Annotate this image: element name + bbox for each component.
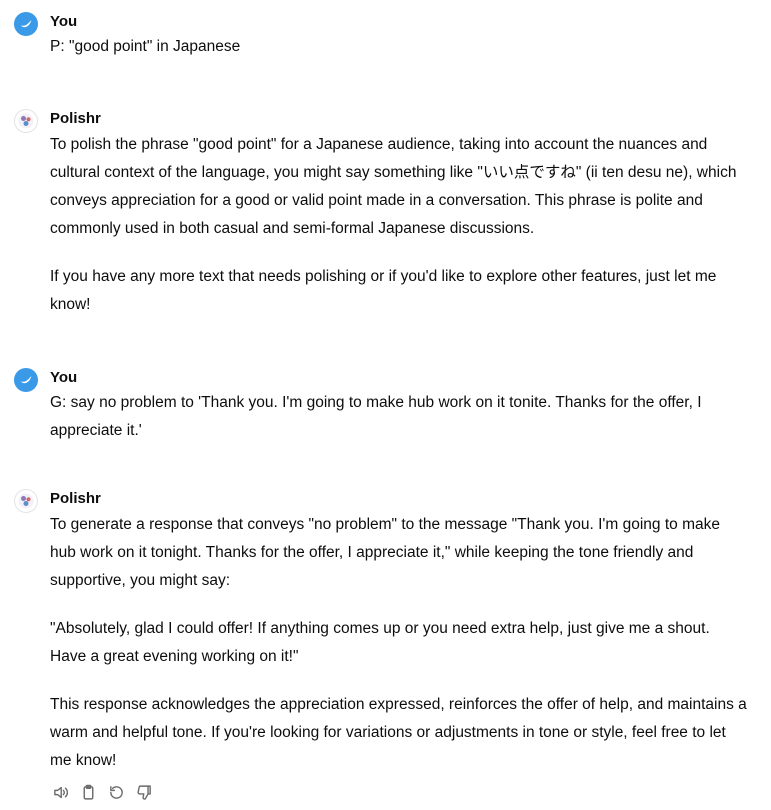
polishr-logo-icon [18,113,34,129]
thumbs-down-icon [136,784,151,800]
message-author: You [50,369,78,386]
copy-button[interactable] [78,782,98,802]
assistant-avatar [14,489,38,513]
bad-response-button[interactable] [134,782,154,802]
message-paragraph: If you have any more text that needs pol… [50,268,717,313]
message-author: Polishr [50,490,101,507]
assistant-avatar [14,109,38,133]
message-paragraph: This response acknowledges the appreciat… [50,696,747,769]
regenerate-button[interactable] [106,782,126,802]
message-text: G: say no problem to 'Thank you. I'm goi… [50,394,702,439]
message-paragraph: "Absolutely, glad I could offer! If anyt… [50,620,710,665]
read-aloud-button[interactable] [50,782,70,802]
message-actions [50,782,154,802]
clipboard-icon [83,784,93,800]
user-avatar [14,368,38,392]
polishr-logo-icon [18,493,34,509]
message-author: You [50,13,78,30]
regenerate-icon [109,785,123,799]
user-avatar [14,12,38,36]
speaker-icon [53,786,68,798]
message-author: Polishr [50,110,101,127]
message-text: P: "good point" in Japanese [50,38,241,55]
message-paragraph: To polish the phrase "good point" for a … [50,136,737,237]
message-paragraph: To generate a response that conveys "no … [50,516,720,589]
bird-icon [20,376,32,384]
bird-icon [20,20,32,28]
